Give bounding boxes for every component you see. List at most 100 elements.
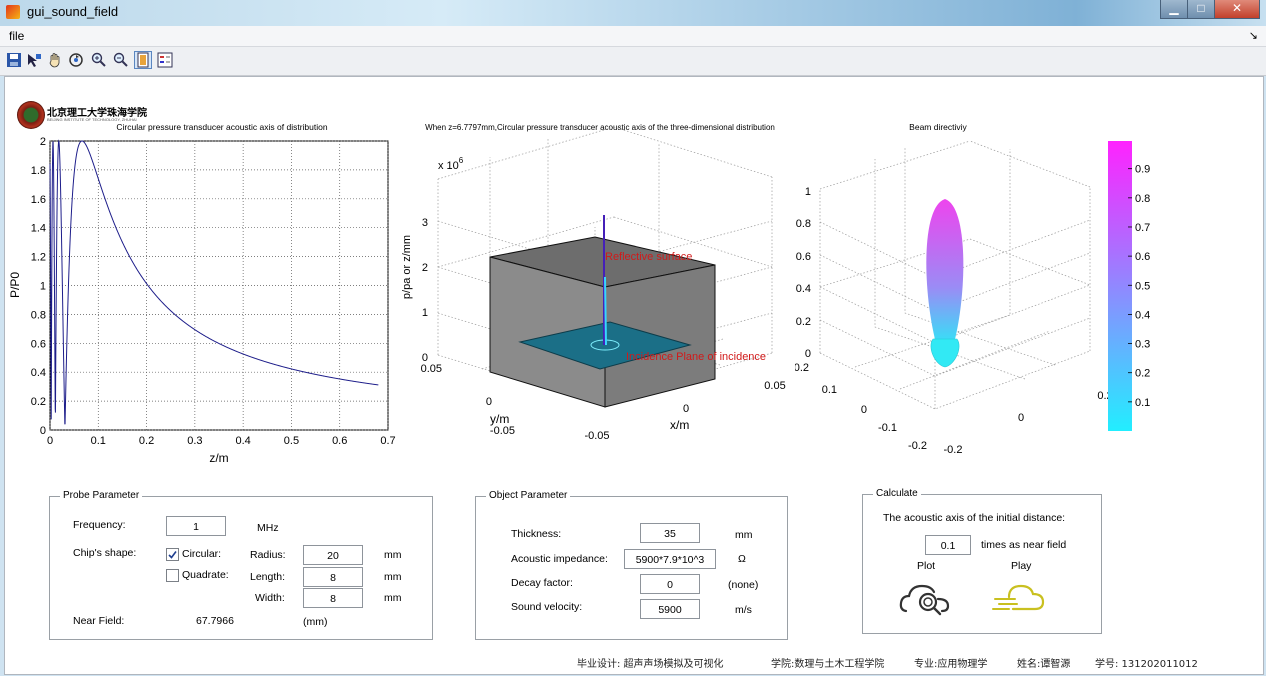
thickness-input[interactable]: 35: [640, 523, 700, 543]
initial-distance-input[interactable]: 0.1: [925, 535, 971, 555]
length-label: Length:: [250, 571, 286, 583]
plot1-y-tick-label: 0.6: [31, 338, 46, 350]
plot3-x-tick-label: 0: [1018, 412, 1024, 424]
plot1-xlabel: z/m: [209, 451, 228, 465]
plot1-y-tick-label: 0.2: [31, 396, 46, 408]
near-field-value: 67.7966: [196, 615, 234, 627]
window-title: gui_sound_field: [27, 4, 119, 19]
plot1-y-tick-label: 1: [40, 281, 46, 293]
maximize-button[interactable]: □: [1187, 0, 1215, 19]
plot1-x-ticks: 0 0.1 0.2 0.3 0.4 0.5 0.6 0.7: [47, 435, 396, 447]
impedance-input[interactable]: 5900*7.9*10^3: [624, 549, 716, 569]
footer-college: 学院:数理与土木工程学院: [771, 659, 885, 670]
plot1-x-tick-label: 0: [47, 435, 53, 447]
plot1-x-tick-label: 0.4: [235, 435, 250, 447]
plot1-y-tick-label: 0: [40, 425, 46, 437]
radius-input[interactable]: 20: [303, 545, 363, 565]
object-parameter-panel: Object Parameter Thickness: 35 mm Acoust…: [475, 490, 788, 640]
plot2-annotation-reflective: Reflective surface: [605, 251, 692, 263]
frequency-label: Frequency:: [73, 519, 126, 531]
insert-data-cursor-icon[interactable]: [26, 52, 42, 68]
impedance-label: Acoustic impedance:: [511, 553, 608, 565]
object-panel-title: Object Parameter: [486, 490, 571, 501]
colorbar-tick-label: 0.4: [1135, 309, 1150, 321]
minimize-button[interactable]: ▁: [1160, 0, 1188, 19]
decay-factor-unit: (none): [728, 579, 759, 591]
plot3-colorbar: [1108, 141, 1132, 431]
pan-hand-icon[interactable]: [47, 52, 63, 68]
figure-canvas: 北京理工大学珠海学院 BEIJING INSTITUTE OF TECHNOLO…: [4, 76, 1264, 675]
plot2-z-tick-label: 2: [422, 262, 428, 274]
plot1-x-tick-label: 0.1: [91, 435, 106, 447]
footer-student-id: 学号: 131202011012: [1095, 659, 1198, 670]
plot3-z-tick-label: 1: [805, 186, 811, 198]
plot2-ylabel: y/m: [490, 412, 509, 426]
plot1-title: Circular pressure transducer acoustic ax…: [116, 122, 327, 132]
plot3-y-tick-label: 0: [861, 404, 867, 416]
beam-directivity-plot: Beam directiviy 0 0.2 0.4 0.6 0.8 1 0.2 0.1 0 -0.…: [795, 122, 1150, 456]
menu-file[interactable]: file: [9, 29, 24, 43]
radius-unit: mm: [384, 549, 402, 561]
close-button[interactable]: ✕: [1214, 0, 1260, 19]
footer-student-name: 姓名:谭智源: [1017, 659, 1071, 670]
colorbar-tick-label: 0.8: [1135, 193, 1150, 205]
colorbar-tick-label: 0.5: [1135, 280, 1150, 292]
length-input[interactable]: 8: [303, 567, 363, 587]
plot2-z-tick-label: 3: [422, 217, 428, 229]
plot3-main-lobe: [926, 199, 964, 347]
play-label: Play: [1011, 560, 1032, 572]
plot3-z-tick-label: 0.2: [796, 316, 811, 328]
plot2-pressure-spike-base: [604, 276, 607, 346]
plot3-title: Beam directiviy: [909, 122, 967, 132]
plot2-annotation-incidence: Incidence Plane of incidence: [626, 351, 766, 363]
footer-major: 专业:应用物理学: [914, 659, 988, 670]
width-input[interactable]: 8: [303, 588, 363, 608]
plot1-y-ticks: 0 0.2 0.4 0.6 0.8 1 1.2 1.4 1.6 1.8 2: [31, 136, 46, 437]
plot3-x-tick-label: -0.2: [944, 444, 963, 456]
near-field-unit: (mm): [303, 616, 328, 628]
axial-pressure-plot: Circular pressure transducer acoustic ax…: [8, 122, 396, 465]
plot1-y-tick-label: 1.6: [31, 194, 46, 206]
plot2-x-tick-label: 0.05: [764, 380, 785, 392]
plot2-y-tick-label: -0.05: [490, 425, 515, 437]
plot1-x-tick-label: 0.5: [284, 435, 299, 447]
plot1-y-tick-label: 2: [40, 136, 46, 148]
legend-icon[interactable]: [157, 52, 173, 68]
menu-dock-arrow-icon[interactable]: ↘: [1249, 29, 1258, 42]
plot1-y-tick-label: 0.8: [31, 309, 46, 321]
colorbar-icon[interactable]: [134, 51, 152, 69]
plot-cloud-search-button[interactable]: [898, 577, 954, 617]
colorbar-tick-label: 0.7: [1135, 222, 1150, 234]
impedance-unit: Ω: [738, 553, 746, 565]
menu-bar: file ↘: [0, 26, 1266, 47]
sound-velocity-label: Sound velocity:: [511, 601, 583, 613]
colorbar-tick-label: 0.1: [1135, 397, 1150, 409]
quadrate-checkbox[interactable]: [166, 569, 179, 582]
plot2-z-tick-label: 1: [422, 307, 428, 319]
zoom-in-icon[interactable]: [91, 52, 107, 68]
circular-checkbox[interactable]: [166, 548, 179, 561]
play-cloud-wind-button[interactable]: [991, 577, 1049, 617]
footer-design-title: 毕业设计: 超声声场模拟及可视化: [577, 659, 724, 670]
initial-distance-label: The acoustic axis of the initial distanc…: [883, 512, 1066, 524]
zoom-out-icon[interactable]: [113, 52, 129, 68]
colorbar-tick-label: 0.9: [1135, 164, 1150, 176]
rotate-3d-icon[interactable]: [68, 52, 84, 68]
decay-factor-input[interactable]: 0: [640, 574, 700, 594]
decay-factor-label: Decay factor:: [511, 577, 573, 589]
window-titlebar: gui_sound_field ▁ □ ✕: [0, 0, 1266, 26]
plot1-x-tick-label: 0.6: [332, 435, 347, 447]
radius-label: Radius:: [250, 549, 286, 561]
plot3-y-tick-label: -0.2: [908, 440, 927, 452]
save-icon[interactable]: [6, 52, 22, 68]
calculate-panel-title: Calculate: [873, 488, 921, 499]
length-unit: mm: [384, 571, 402, 583]
initial-distance-unit: times as near field: [981, 539, 1067, 551]
plot3-z-tick-label: 0.8: [796, 218, 811, 230]
sound-velocity-input[interactable]: 5900: [640, 599, 700, 619]
chip-shape-label: Chip's shape:: [73, 547, 137, 559]
three-dimensional-plot: When z=6.7797mm,Circular pressure transd…: [401, 123, 786, 442]
circular-label: Circular:: [182, 548, 222, 560]
plot2-zlabel: p/pa or z/mm: [401, 235, 413, 299]
frequency-input[interactable]: 1: [166, 516, 226, 536]
